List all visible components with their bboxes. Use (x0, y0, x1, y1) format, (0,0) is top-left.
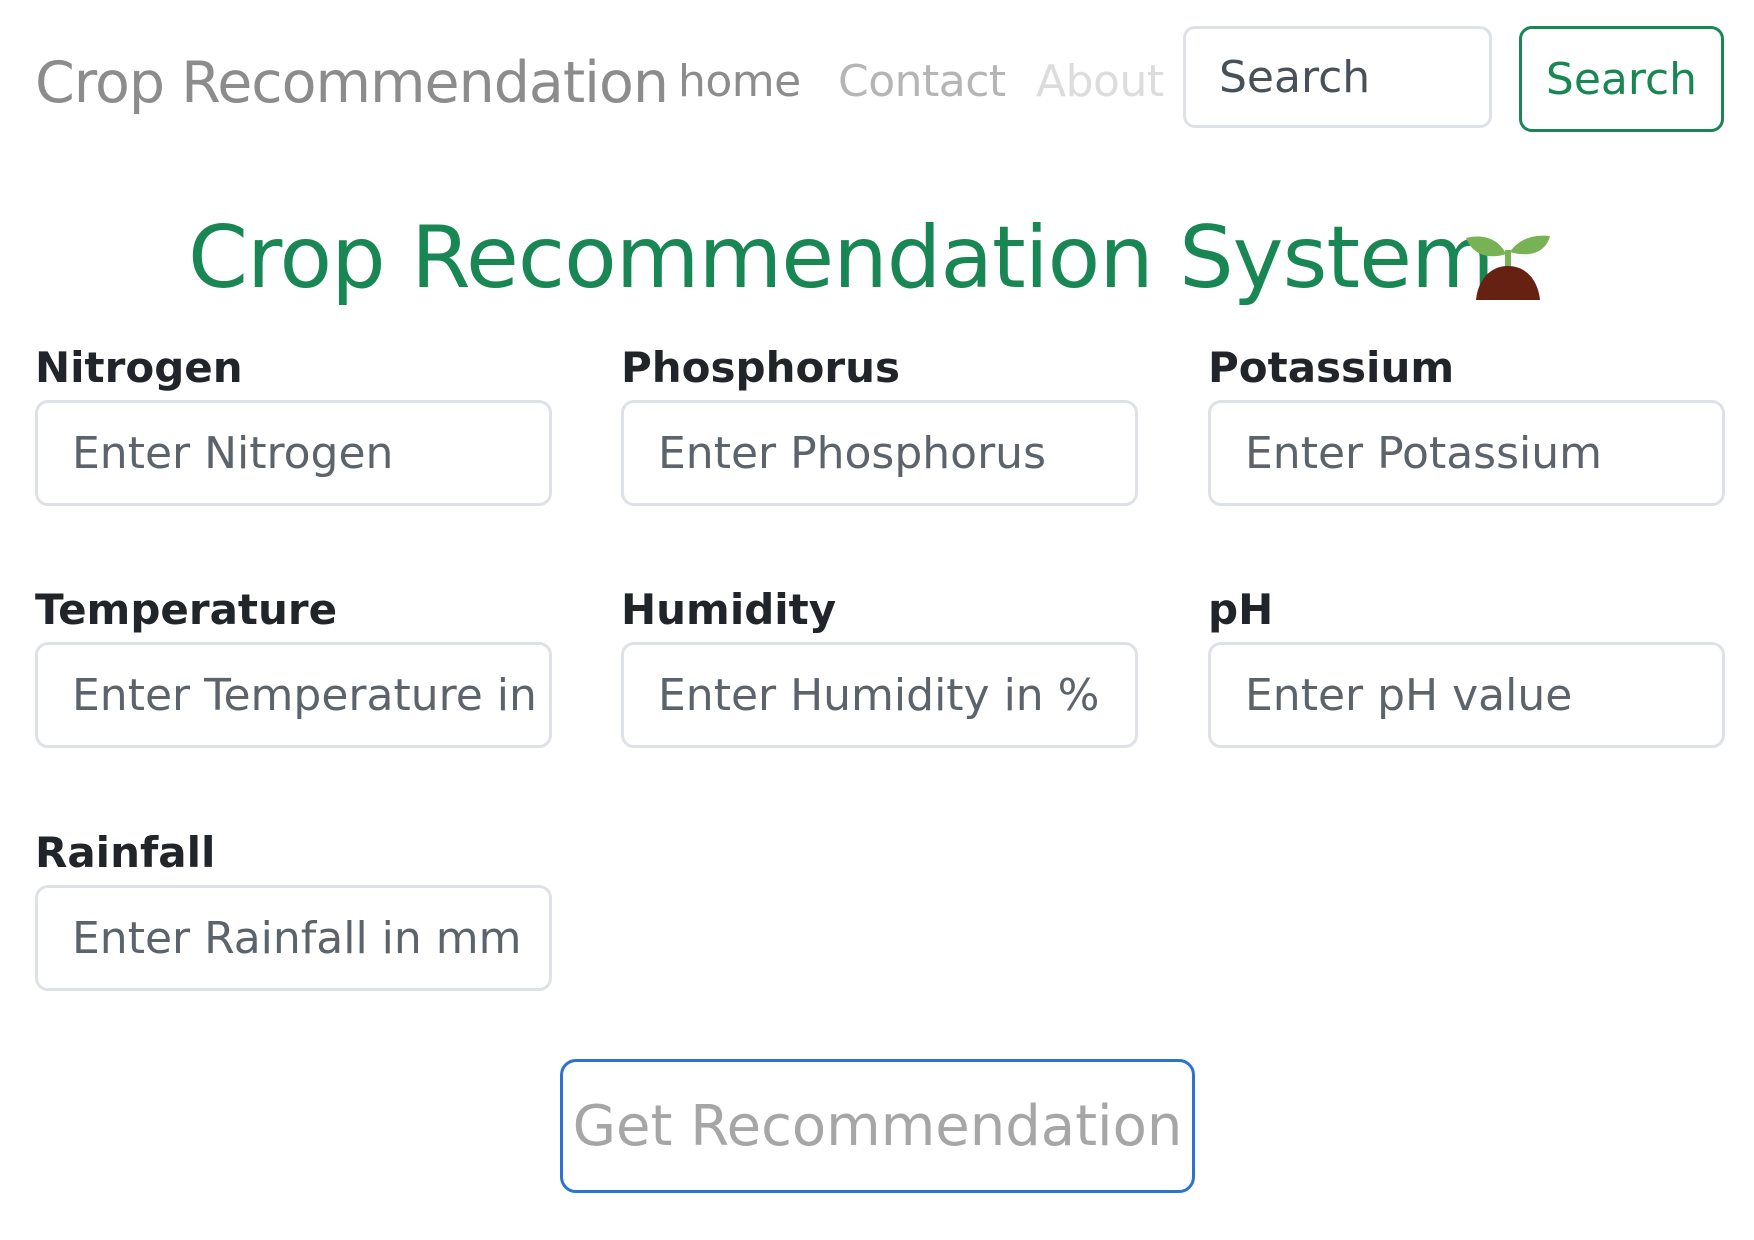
navbar: Crop Recommendation home Contact About S… (0, 0, 1754, 165)
nitrogen-label: Nitrogen (35, 343, 243, 392)
seedling-icon (1466, 235, 1550, 300)
phosphorus-input[interactable] (621, 400, 1138, 506)
humidity-input[interactable] (621, 642, 1138, 748)
nav-link-about[interactable]: About (1036, 56, 1164, 108)
temperature-label: Temperature (35, 585, 338, 634)
page-title: Crop Recommendation System (188, 208, 1495, 308)
nitrogen-input[interactable] (35, 400, 552, 506)
navbar-brand[interactable]: Crop Recommendation (35, 50, 669, 116)
search-button[interactable]: Search (1519, 26, 1724, 132)
phosphorus-label: Phosphorus (621, 343, 900, 392)
ph-input[interactable] (1208, 642, 1725, 748)
potassium-input[interactable] (1208, 400, 1725, 506)
temperature-input[interactable] (35, 642, 552, 748)
potassium-label: Potassium (1208, 343, 1455, 392)
humidity-label: Humidity (621, 585, 837, 634)
search-input[interactable] (1183, 26, 1492, 128)
get-recommendation-button[interactable]: Get Recommendation (560, 1059, 1195, 1193)
rainfall-label: Rainfall (35, 828, 216, 877)
nav-link-contact[interactable]: Contact (838, 56, 1006, 108)
nav-link-home[interactable]: home (678, 56, 801, 108)
ph-label: pH (1208, 585, 1274, 634)
rainfall-input[interactable] (35, 885, 552, 991)
